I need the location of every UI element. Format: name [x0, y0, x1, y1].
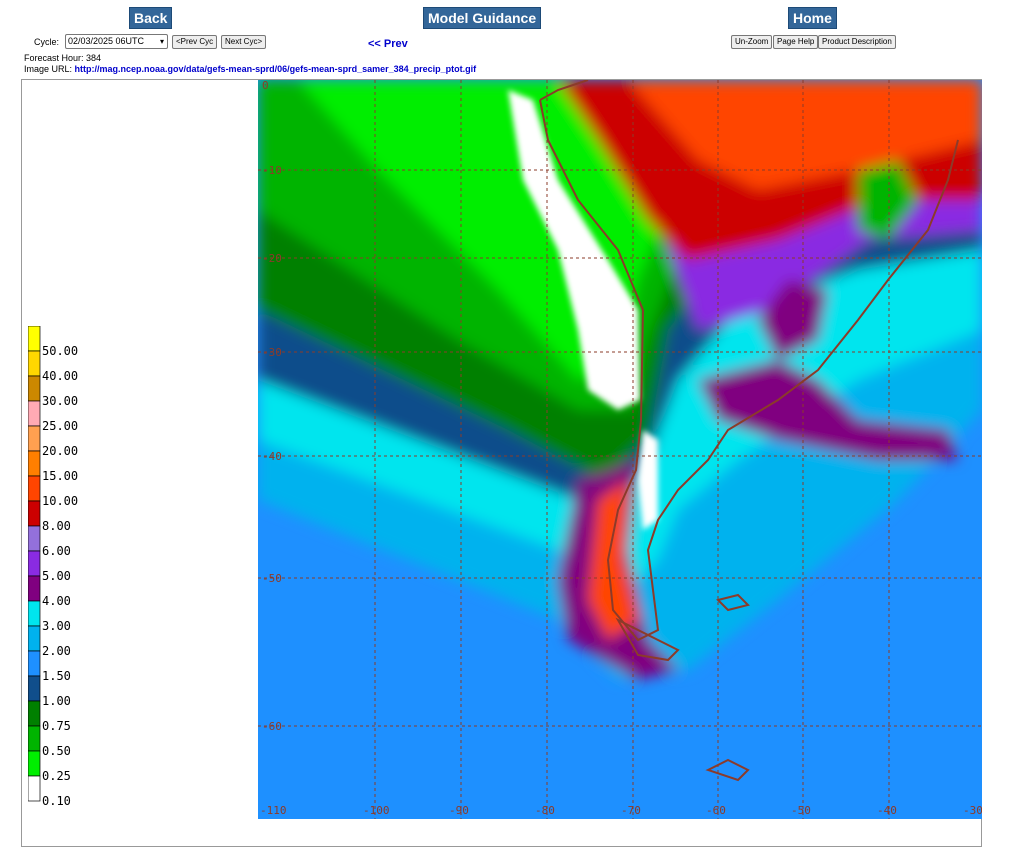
- image-url-label: Image URL:: [24, 64, 73, 74]
- lon-label: -90: [449, 804, 469, 817]
- legend-label: 0.50: [42, 744, 71, 758]
- legend-label: 0.25: [42, 769, 71, 783]
- image-url-link[interactable]: http://mag.ncep.noaa.gov/data/gefs-mean-…: [75, 64, 477, 74]
- legend-swatch: [28, 425, 41, 452]
- legend-label: 2.00: [42, 644, 71, 658]
- next-cycle-button[interactable]: Next Cyc>: [221, 35, 267, 49]
- color-legend: 50.00 40.00 30.00 25.00 20.00 15.00 10.00 8.00 6…: [28, 326, 78, 808]
- forecast-hour: Forecast Hour: 384: [24, 53, 102, 63]
- lon-label: -50: [791, 804, 811, 817]
- chevron-down-icon: ▾: [159, 37, 164, 46]
- legend-label: 5.00: [42, 569, 71, 583]
- legend-label: 3.00: [42, 619, 71, 633]
- legend-label: 50.00: [42, 344, 78, 358]
- lon-label: -30: [963, 804, 982, 817]
- precip-map[interactable]: -110 -100 -90 -80 -70 -60 -50 -40 -30 0 -10 -20 -30 -…: [258, 80, 982, 819]
- legend-label: 15.00: [42, 469, 78, 483]
- legend-swatch: [28, 475, 41, 502]
- cycle-label: Cycle:: [34, 37, 60, 47]
- lon-label: -110: [260, 804, 287, 817]
- lon-label: -40: [877, 804, 897, 817]
- lon-label: -60: [706, 804, 726, 817]
- legend-label: 4.00: [42, 594, 71, 608]
- legend-swatch: [28, 700, 41, 727]
- lon-label: -70: [621, 804, 641, 817]
- lat-label: -30: [262, 346, 282, 359]
- unzoom-button[interactable]: Un-Zoom: [731, 35, 773, 49]
- legend-swatch: [28, 400, 41, 427]
- back-button[interactable]: Back: [129, 7, 173, 29]
- legend-swatch: [28, 375, 41, 402]
- prev-cycle-button[interactable]: <Prev Cyc: [172, 35, 218, 49]
- legend-swatch: [28, 550, 41, 577]
- legend-label: 1.50: [42, 669, 71, 683]
- model-guidance-button[interactable]: Model Guidance: [423, 7, 542, 29]
- lat-label: 0: [262, 80, 269, 92]
- legend-label: 20.00: [42, 444, 78, 458]
- prev-link[interactable]: << Prev: [368, 38, 408, 50]
- legend-label: 1.00: [42, 694, 71, 708]
- legend-swatch: [28, 600, 41, 627]
- lon-label: -100: [363, 804, 390, 817]
- legend-label: 6.00: [42, 544, 71, 558]
- legend-swatch: [28, 575, 41, 602]
- legend-swatch: [28, 450, 41, 477]
- home-button[interactable]: Home: [788, 7, 837, 29]
- lat-label: -50: [262, 572, 282, 585]
- cycle-select[interactable]: 02/03/2025 06UTC ▾: [65, 34, 168, 49]
- legend-swatch: [28, 625, 41, 652]
- legend-swatch: [28, 775, 41, 802]
- legend-swatch: [28, 500, 41, 527]
- lat-label: -20: [262, 252, 282, 265]
- product-description-button[interactable]: Product Description: [818, 35, 896, 49]
- legend-swatch: [28, 750, 41, 777]
- legend-swatch: [28, 525, 41, 552]
- image-url-line: Image URL: http://mag.ncep.noaa.gov/data…: [24, 64, 476, 74]
- legend-label: 25.00: [42, 419, 78, 433]
- legend-label: 8.00: [42, 519, 71, 533]
- legend-label: 40.00: [42, 369, 78, 383]
- legend-label: 0.75: [42, 719, 71, 733]
- lat-label: -60: [262, 720, 282, 733]
- lat-label: -10: [262, 164, 282, 177]
- page-help-button[interactable]: Page Help: [773, 35, 819, 49]
- lat-label: -40: [262, 450, 282, 463]
- legend-swatch: [28, 326, 41, 352]
- legend-label: 10.00: [42, 494, 78, 508]
- legend-label: 30.00: [42, 394, 78, 408]
- legend-swatch: [28, 675, 41, 702]
- legend-swatch: [28, 650, 41, 677]
- lon-label: -80: [535, 804, 555, 817]
- legend-swatch: [28, 725, 41, 752]
- legend-swatch: [28, 350, 41, 377]
- cycle-value: 02/03/2025 06UTC: [68, 36, 145, 46]
- legend-label: 0.10: [42, 794, 71, 808]
